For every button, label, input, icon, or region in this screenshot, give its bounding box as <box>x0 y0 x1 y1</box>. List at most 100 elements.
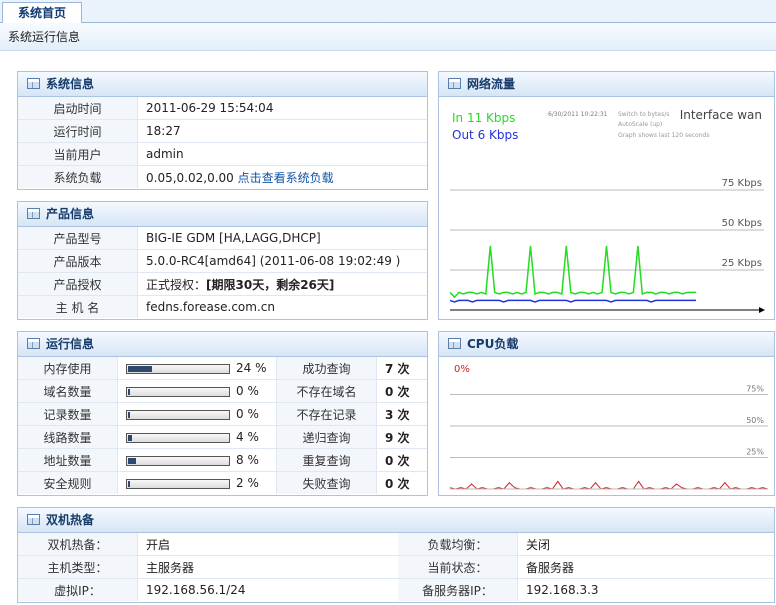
ha-label: 备服务器IP： <box>398 578 518 601</box>
view-load-link[interactable]: 点击查看系统负载 <box>238 171 334 185</box>
row-value: 18:27 <box>137 119 427 143</box>
ha-value: 主服务器 <box>137 555 398 579</box>
table-row: 虚拟IP： 192.168.56.1/24 备服务器IP： 192.168.3.… <box>18 578 774 601</box>
table-row: 运行时间 18:27 <box>18 119 427 143</box>
row-label: 产品型号 <box>18 227 138 250</box>
cpu-panel: CPU负载 0% 25% 50% 75% <box>438 331 775 496</box>
ha-info-table: 双机热备： 开启 负载均衡： 关闭 主机类型： 主服务器 当前状态： 备服务器 … <box>18 533 774 601</box>
usage-bar <box>126 432 230 443</box>
in-rate-label: In 11 Kbps <box>452 111 515 125</box>
table-row: 双机热备： 开启 负载均衡： 关闭 <box>18 533 774 556</box>
runtime-info-header: 运行信息 <box>18 332 427 357</box>
system-info-panel: 系统信息 启动时间 2011-06-29 15:54:04 运行时间 18:27 当… <box>17 71 428 190</box>
tab-home[interactable]: 系统首页 <box>2 2 82 23</box>
query-label: 递归查询 <box>276 425 377 449</box>
usage-bar-fill <box>128 388 130 395</box>
table-row: 当前用户 admin <box>18 142 427 166</box>
usage-percent: 4 % <box>236 430 259 444</box>
row-label: 产品授权 <box>18 272 138 296</box>
product-info-panel: 产品信息 产品型号 BIG-IE GDM [HA,LAGG,DHCP] 产品版本 5… <box>17 201 428 320</box>
query-count: 0 次 <box>376 448 427 472</box>
ha-value: 关闭 <box>517 533 774 556</box>
row-value: BIG-IE GDM [HA,LAGG,DHCP] <box>137 227 427 250</box>
runtime-info-table: 内存使用 24 % 成功查询 7 次域名数量 0 % 不存在域名 0 次记录数量 0 % 不存在… <box>18 357 427 494</box>
cpu-chart: 0% 25% 50% 75% <box>446 359 768 491</box>
query-label: 成功查询 <box>276 357 377 380</box>
query-count: 0 次 <box>376 379 427 403</box>
table-row: 线路数量 4 % 递归查询 9 次 <box>18 425 427 449</box>
y-tick-label: 25 Kbps <box>722 258 762 269</box>
row-label: 当前用户 <box>18 142 138 166</box>
row-label: 启动时间 <box>18 97 138 120</box>
cpu-current-label: 0% <box>454 364 470 375</box>
table-row: 主 机 名 fedns.forease.com.cn <box>18 295 427 318</box>
query-label: 不存在域名 <box>276 379 377 403</box>
system-info-header: 系统信息 <box>18 72 427 97</box>
row-label: 线路数量 <box>18 425 118 449</box>
table-icon <box>448 338 461 349</box>
network-header: 网络流量 <box>439 72 774 97</box>
table-icon <box>27 338 40 349</box>
cpu-header: CPU负载 <box>439 332 774 357</box>
breadcrumb: 系统运行信息 <box>0 23 776 51</box>
license-term: [期限30天，剩余26天] <box>206 277 335 292</box>
table-icon <box>448 78 461 89</box>
row-label: 域名数量 <box>18 379 118 403</box>
load-value: 0.05,0.02,0.00 <box>146 170 234 185</box>
table-row: 地址数量 8 % 重复查询 0 次 <box>18 448 427 472</box>
query-label: 不存在记录 <box>276 402 377 426</box>
license-type: 正式授权： <box>146 277 207 292</box>
row-value: 2011-06-29 15:54:04 <box>137 97 427 120</box>
ha-value: 备服务器 <box>517 555 774 579</box>
cpu-title: CPU负载 <box>467 337 519 351</box>
table-icon <box>27 78 40 89</box>
runtime-info-title: 运行信息 <box>46 337 95 351</box>
ha-label: 负载均衡： <box>398 533 518 556</box>
usage-bar <box>126 455 230 466</box>
y-tick-label: 25% <box>746 448 764 457</box>
y-tick-label: 75% <box>746 385 764 394</box>
usage-bar-fill <box>128 365 152 372</box>
table-row: 记录数量 0 % 不存在记录 3 次 <box>18 402 427 426</box>
usage-percent: 0 % <box>236 384 259 398</box>
table-icon <box>27 514 40 525</box>
system-info-table: 启动时间 2011-06-29 15:54:04 运行时间 18:27 当前用户 ad… <box>18 97 427 188</box>
usage-bar <box>126 478 230 489</box>
system-info-title: 系统信息 <box>46 77 95 91</box>
table-row: 启动时间 2011-06-29 15:54:04 <box>18 97 427 120</box>
query-count: 9 次 <box>376 425 427 449</box>
table-row: 产品版本 5.0.0-RC4[amd64] (2011-06-08 19:02:4… <box>18 249 427 273</box>
ha-label: 当前状态： <box>398 555 518 579</box>
tab-bar: 系统首页 <box>0 0 776 23</box>
product-info-title: 产品信息 <box>46 207 95 221</box>
table-row: 安全规则 2 % 失败查询 0 次 <box>18 471 427 494</box>
table-row: 产品型号 BIG-IE GDM [HA,LAGG,DHCP] <box>18 227 427 250</box>
query-label: 重复查询 <box>276 448 377 472</box>
ha-value: 192.168.3.3 <box>526 583 599 597</box>
graph-duration-label: Graph shows last 120 seconds <box>618 132 709 139</box>
out-rate-label: Out 6 Kbps <box>452 128 518 142</box>
network-title: 网络流量 <box>467 77 516 91</box>
usage-bar <box>126 386 230 397</box>
product-info-header: 产品信息 <box>18 202 427 227</box>
row-value: admin <box>137 142 427 166</box>
ha-value: 192.168.56.1/24 <box>146 583 246 597</box>
row-label: 内存使用 <box>18 357 118 380</box>
ha-label: 虚拟IP： <box>18 578 138 601</box>
product-info-table: 产品型号 BIG-IE GDM [HA,LAGG,DHCP] 产品版本 5.0.0-… <box>18 227 427 318</box>
network-chart: In 11 Kbps Out 6 Kbps 6/30/2011 10:22:31… <box>446 102 768 315</box>
usage-percent: 2 % <box>236 476 259 490</box>
y-tick-label: 50% <box>746 416 764 425</box>
query-count: 3 次 <box>376 402 427 426</box>
interface-label: Interface wan <box>680 108 762 122</box>
table-row: 域名数量 0 % 不存在域名 0 次 <box>18 379 427 403</box>
row-label: 地址数量 <box>18 448 118 472</box>
table-icon <box>27 208 40 219</box>
chart-background <box>446 359 768 491</box>
table-row: 系统负载 0.05,0.02,0.00 点击查看系统负载 <box>18 165 427 188</box>
row-label: 记录数量 <box>18 402 118 426</box>
usage-bar-fill <box>128 434 132 441</box>
ha-info-panel: 双机热备 双机热备： 开启 负载均衡： 关闭 主机类型： 主服务器 当前状态： … <box>17 507 775 603</box>
switch-units-link[interactable]: Switch to bytes/s <box>618 111 669 118</box>
query-count: 0 次 <box>385 476 410 491</box>
